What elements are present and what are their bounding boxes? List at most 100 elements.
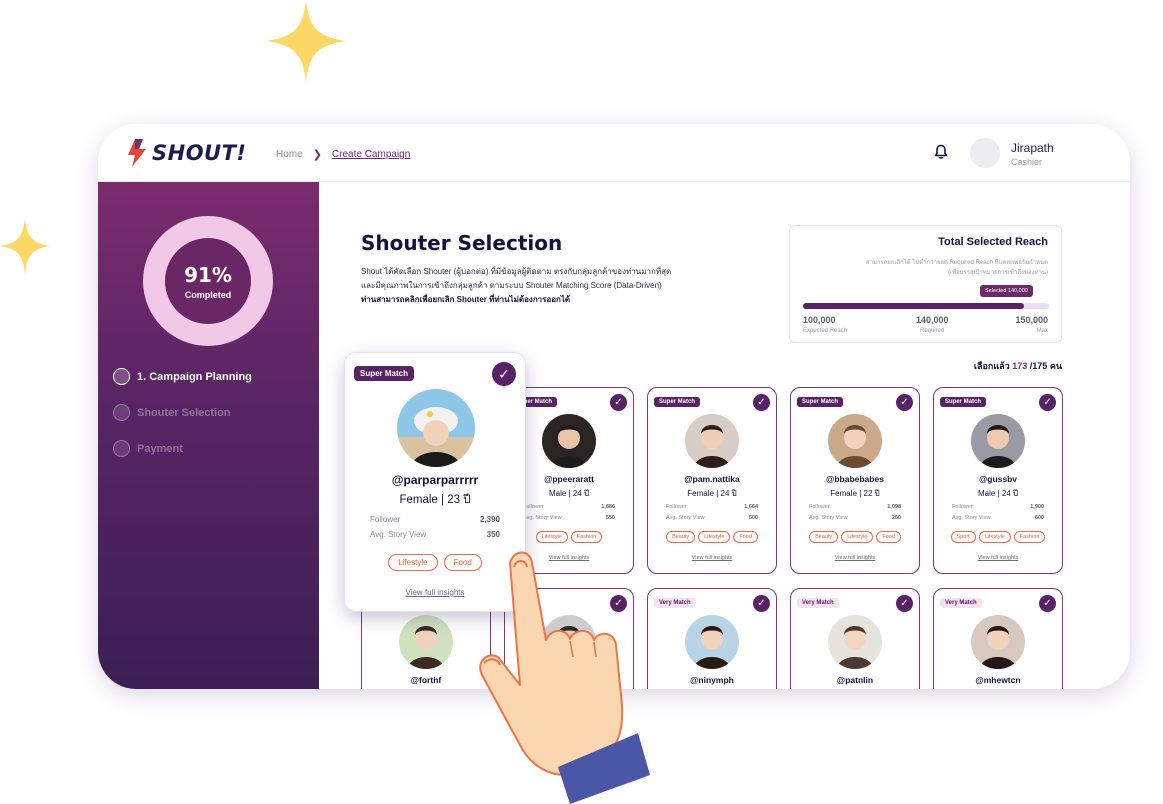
check-icon[interactable]: ✓ bbox=[1039, 595, 1056, 612]
stat-value: 550 bbox=[605, 515, 615, 521]
check-icon[interactable]: ✓ bbox=[1039, 394, 1056, 411]
logo[interactable]: SHOUT! bbox=[126, 138, 247, 168]
stat-label: Avg. Story View bbox=[809, 515, 848, 521]
selection-total: /175 คน bbox=[1029, 361, 1062, 371]
reach-max-label: Max bbox=[1036, 328, 1048, 334]
story-view-stat: Avg. Story View 250 bbox=[809, 515, 901, 521]
person-photo-icon bbox=[828, 414, 882, 468]
shouter-card[interactable]: Very Match ✓ @ninymph bbox=[647, 588, 777, 689]
view-insights-link[interactable]: View full insights bbox=[934, 555, 1062, 561]
shouter-card[interactable]: Very Match ✓ @patnlin bbox=[790, 588, 920, 689]
shouter-handle: @patnlin bbox=[836, 675, 874, 685]
step-payment[interactable]: Payment bbox=[113, 440, 183, 457]
reach-title: Total Selected Reach bbox=[938, 236, 1048, 248]
shouter-card[interactable]: Super Match ✓ @gussbv Male | 24 ปี Follo… bbox=[933, 387, 1063, 574]
match-badge: Super Match bbox=[940, 397, 987, 407]
shouter-photo bbox=[828, 414, 882, 468]
shouter-card[interactable]: Super Match ✓ @bbabebabes Female | 22 ปี… bbox=[790, 387, 920, 574]
shouter-handle: @bbabebabes bbox=[826, 474, 884, 484]
tag: Fashion bbox=[1013, 531, 1046, 543]
shouter-card[interactable]: Super Match ✓ @pam.nattika Female | 24 ป… bbox=[647, 387, 777, 574]
shout-logo-icon bbox=[128, 139, 146, 167]
breadcrumb-home[interactable]: Home bbox=[276, 149, 303, 160]
stat-label: Follower bbox=[370, 515, 401, 524]
follower-stat: Follower 1,886 bbox=[523, 504, 615, 510]
check-icon[interactable]: ✓ bbox=[492, 362, 516, 386]
tag: Beauty bbox=[666, 531, 696, 543]
tag: Fashion bbox=[570, 531, 603, 543]
shouter-photo bbox=[399, 615, 453, 669]
total-reach-panel: Total Selected Reach สามารถยกเลิกได้ ไม่… bbox=[789, 225, 1062, 343]
avatar[interactable] bbox=[970, 138, 1000, 168]
selection-count: เลือกแล้ว 173 /175 คน bbox=[974, 359, 1062, 373]
tag-list: Beauty Lifestyle Food bbox=[648, 531, 776, 543]
check-icon[interactable]: ✓ bbox=[610, 394, 627, 411]
sidebar: 91% Completed 1. Campaign Planning Shout… bbox=[98, 182, 319, 689]
story-view-stat: Avg. Story View 500 bbox=[666, 515, 758, 521]
breadcrumb: Home ❯ Create Campaign bbox=[276, 148, 410, 161]
stat-label: Avg. Story View bbox=[952, 515, 991, 521]
view-insights-link[interactable]: View full insights bbox=[648, 555, 776, 561]
progress-percent: 91% bbox=[184, 262, 232, 287]
stat-value: 1,886 bbox=[601, 504, 615, 510]
bell-icon[interactable] bbox=[934, 144, 948, 160]
progress-donut: 91% Completed bbox=[143, 216, 273, 346]
sparkle-icon bbox=[0, 218, 50, 274]
person-photo-icon bbox=[542, 414, 596, 468]
reach-progress-bar bbox=[803, 303, 1049, 309]
check-icon[interactable]: ✓ bbox=[896, 394, 913, 411]
stat-value: 2,390 bbox=[479, 515, 500, 524]
story-view-stat: Avg. Story View 350 bbox=[370, 530, 500, 539]
step-shouter-selection[interactable]: Shouter Selection bbox=[113, 404, 231, 421]
follower-stat: Follower 1,900 bbox=[952, 504, 1044, 510]
breadcrumb-current[interactable]: Create Campaign bbox=[332, 149, 410, 160]
tag: Lifestyle bbox=[698, 531, 731, 543]
description-emphasis: ท่านสามารถคลิกเพื่อยกเลิก Shouter ที่ท่า… bbox=[361, 295, 571, 304]
user-name: Jirapath bbox=[1011, 141, 1054, 155]
tag: Lifestyle bbox=[388, 554, 438, 571]
reach-progress-fill bbox=[803, 303, 1025, 309]
stat-label: Avg. Story View bbox=[523, 515, 562, 521]
check-icon[interactable]: ✓ bbox=[896, 595, 913, 612]
person-photo-icon bbox=[971, 414, 1025, 468]
shouter-gender-age: Female | 24 ปี bbox=[687, 489, 737, 498]
shouter-photo bbox=[542, 414, 596, 468]
shouter-handle: @parparparrrrr bbox=[391, 473, 479, 487]
tag: Food bbox=[876, 531, 901, 543]
step-dot-icon bbox=[113, 368, 130, 385]
stat-value: 1,098 bbox=[887, 504, 901, 510]
description-line: และมีคุณภาพในการเข้าถึงกลุ่มลูกค้า ตามระ… bbox=[361, 281, 662, 290]
stat-value: 600 bbox=[1034, 515, 1044, 521]
follower-stat: Follower 2,390 bbox=[370, 515, 500, 524]
story-view-stat: Avg. Story View 550 bbox=[523, 515, 615, 521]
check-icon[interactable]: ✓ bbox=[753, 394, 770, 411]
stat-label: Follower bbox=[523, 504, 544, 510]
step-campaign-planning[interactable]: 1. Campaign Planning bbox=[113, 368, 252, 385]
reach-note-line: (เพื่อบรรลุเป้าหมายการเข้าถึงของท่าน) bbox=[948, 270, 1048, 276]
check-icon[interactable]: ✓ bbox=[753, 595, 770, 612]
person-photo-icon bbox=[828, 615, 882, 669]
view-insights-link[interactable]: View full insights bbox=[791, 555, 919, 561]
tag: Sport bbox=[950, 531, 976, 543]
match-badge: Super Match bbox=[654, 397, 701, 407]
person-photo-icon bbox=[685, 414, 739, 468]
tag-list: Sport Lifestyle Fashion bbox=[934, 531, 1062, 543]
shouter-photo bbox=[971, 414, 1025, 468]
logo-text: SHOUT! bbox=[152, 141, 247, 165]
reach-min-label: Expected Reach bbox=[803, 328, 848, 334]
shouter-card[interactable]: Very Match ✓ @mhewtcn bbox=[933, 588, 1063, 689]
stat-label: Follower bbox=[952, 504, 973, 510]
shouter-handle: @gussbv bbox=[978, 474, 1018, 484]
follower-stat: Follower 1,664 bbox=[666, 504, 758, 510]
person-photo-icon bbox=[685, 615, 739, 669]
reach-required-label: Required bbox=[920, 328, 945, 334]
reach-max-value: 150,000 bbox=[1015, 315, 1048, 325]
reach-note: สามารถยกเลิกได้ ไม่ต่ำกว่ายอด Required R… bbox=[848, 258, 1048, 278]
shouter-photo bbox=[828, 615, 882, 669]
sparkle-icon bbox=[266, 0, 346, 82]
match-badge: Very Match bbox=[940, 598, 982, 608]
stat-label: Avg. Story View bbox=[666, 515, 705, 521]
tag: Lifestyle bbox=[978, 531, 1011, 543]
stat-value: 350 bbox=[486, 530, 500, 539]
chevron-right-icon: ❯ bbox=[312, 149, 322, 161]
